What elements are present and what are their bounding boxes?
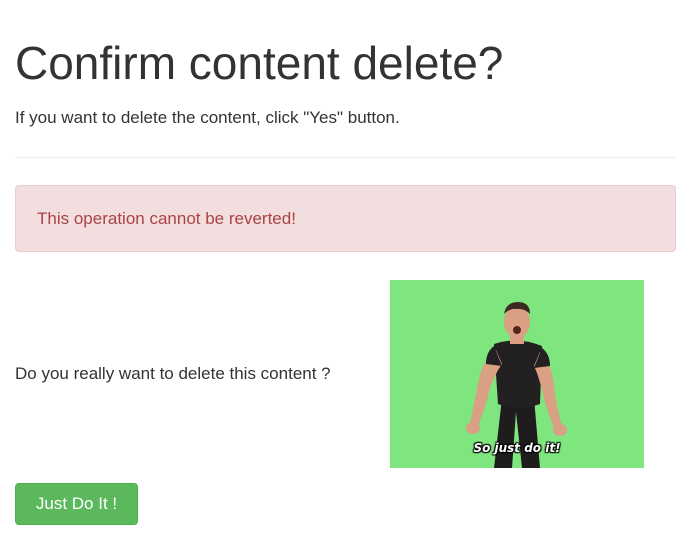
confirm-question: Do you really want to delete this conten… (15, 364, 331, 383)
gif-caption: So just do it! (473, 441, 561, 455)
just-do-it-gif: So just do it! (390, 280, 644, 468)
page-title: Confirm content delete? (15, 37, 504, 89)
divider (15, 157, 676, 158)
person-figure-icon (390, 280, 644, 468)
danger-alert: This operation cannot be reverted! (15, 185, 676, 252)
page-subtitle: If you want to delete the content, click… (15, 108, 400, 127)
just-do-it-button[interactable]: Just Do It ! (15, 483, 138, 525)
alert-message: This operation cannot be reverted! (37, 209, 296, 228)
